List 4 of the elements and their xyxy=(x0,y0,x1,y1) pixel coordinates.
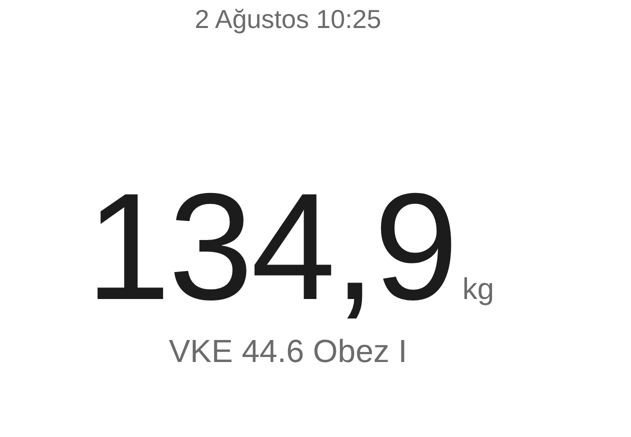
date-time-text: 2 Ağustos 10:25 xyxy=(194,4,382,34)
bmi-text: VKE 44.6 Obez I xyxy=(168,332,408,370)
weight-value: 134,9 xyxy=(84,162,456,332)
weight-unit: kg xyxy=(462,273,494,307)
